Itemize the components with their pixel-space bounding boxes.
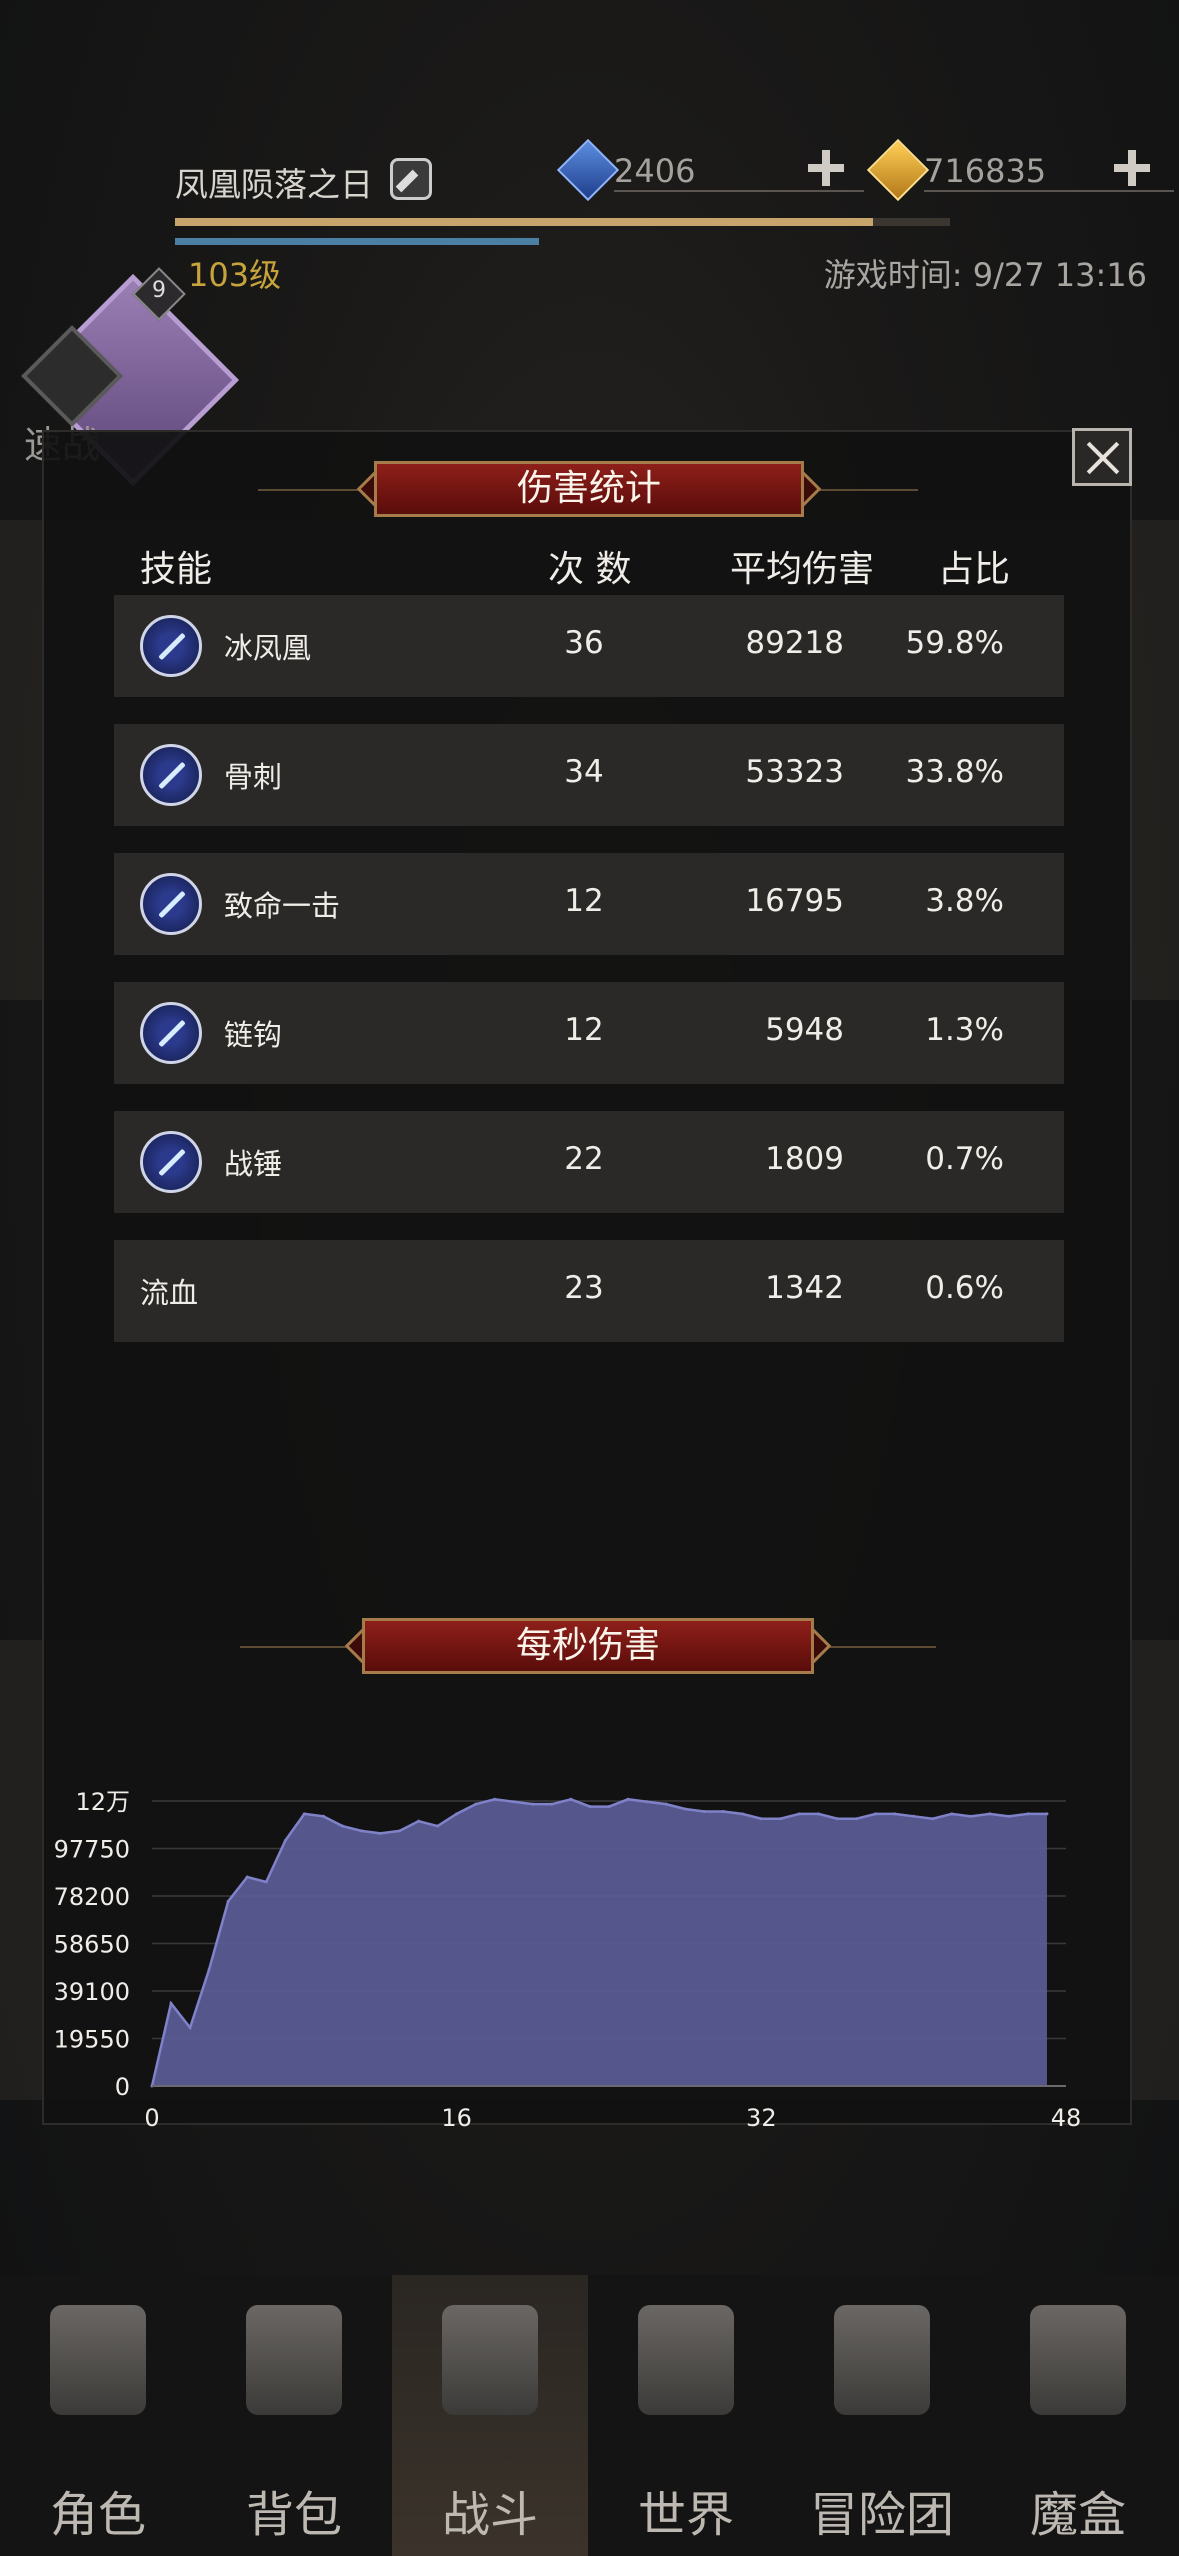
title-ornament-line-right xyxy=(808,489,918,491)
table-row: 冰凤凰 36 89218 59.8% xyxy=(114,595,1064,697)
close-button[interactable] xyxy=(1072,428,1132,486)
skill-avg-damage: 16795 xyxy=(745,883,844,919)
game-time: 游戏时间: 9/27 13:16 xyxy=(823,256,1147,294)
column-header-skill: 技能 xyxy=(140,549,213,590)
damage-stats-title: 伤害统计 xyxy=(374,461,804,517)
table-row: 链钩 12 5948 1.3% xyxy=(114,982,1064,1084)
player-name: 凤凰陨落之日 xyxy=(175,165,373,204)
quick-battle-icon xyxy=(21,325,123,427)
skill-name: 流血 xyxy=(140,1276,199,1310)
skill-name: 骨刺 xyxy=(224,760,283,794)
edit-name-icon[interactable] xyxy=(390,158,432,200)
gold-icon xyxy=(866,138,930,202)
nav-item-character[interactable]: 角色 xyxy=(0,2275,196,2556)
add-gold-icon[interactable] xyxy=(1112,148,1152,188)
castle-icon xyxy=(834,2305,930,2415)
skill-count: 34 xyxy=(564,754,604,790)
gold-underline xyxy=(924,190,1174,192)
dps-title: 每秒伤害 xyxy=(362,1618,814,1674)
table-row: 致命一击 12 16795 3.8% xyxy=(114,853,1064,955)
nav-item-magic-box[interactable]: 魔盒 xyxy=(980,2275,1179,2556)
column-header-avg-damage: 平均伤害 xyxy=(730,549,875,590)
skill-share: 0.6% xyxy=(925,1270,1004,1306)
skill-share: 0.7% xyxy=(925,1141,1004,1177)
skill-name: 致命一击 xyxy=(224,889,341,923)
skill-avg-damage: 53323 xyxy=(745,754,844,790)
player-header: 9 凤凰陨落之日 103级 游戏时间: 9/27 13:16 2406 7168… xyxy=(0,0,1179,487)
skill-avg-damage: 5948 xyxy=(765,1012,844,1048)
skill-name: 冰凤凰 xyxy=(224,631,312,665)
skill-share: 33.8% xyxy=(905,754,1004,790)
nav-label: 角色 xyxy=(49,2487,146,2543)
add-gems-icon[interactable] xyxy=(806,148,846,188)
table-row: 骨刺 34 53323 33.8% xyxy=(114,724,1064,826)
ice-phoenix-icon xyxy=(140,615,202,677)
gem-value: 2406 xyxy=(614,152,696,190)
skill-avg-damage: 1342 xyxy=(765,1270,844,1306)
chain-hook-icon xyxy=(140,1002,202,1064)
bone-spike-icon xyxy=(140,744,202,806)
skill-name: 链钩 xyxy=(224,1018,283,1052)
map-scroll-icon xyxy=(638,2305,734,2415)
nav-label: 世界 xyxy=(637,2487,734,2543)
column-header-share: 占比 xyxy=(938,549,1011,590)
nav-label: 背包 xyxy=(245,2487,342,2543)
table-row: 流血 23 1342 0.6% xyxy=(114,1240,1064,1342)
column-header-count: 次 数 xyxy=(548,549,632,590)
nav-label: 冒险团 xyxy=(809,2487,954,2543)
gold-currency: 716835 xyxy=(866,138,1176,202)
magic-box-icon xyxy=(1030,2305,1126,2415)
sword-shield-icon xyxy=(442,2305,538,2415)
skill-avg-damage: 89218 xyxy=(745,625,844,661)
nav-item-world[interactable]: 世界 xyxy=(588,2275,784,2556)
critical-strike-icon xyxy=(140,873,202,935)
xp-bar-fill xyxy=(175,218,873,226)
war-hammer-icon xyxy=(140,1131,202,1193)
player-level: 103级 xyxy=(188,256,282,294)
skill-count: 36 xyxy=(564,625,604,661)
nav-label: 魔盒 xyxy=(1029,2487,1126,2543)
nav-label: 战斗 xyxy=(441,2487,538,2543)
skill-count: 22 xyxy=(564,1141,604,1177)
helmet-icon xyxy=(50,2305,146,2415)
nav-item-adventure-team[interactable]: 冒险团 xyxy=(784,2275,980,2556)
nav-item-backpack[interactable]: 背包 xyxy=(196,2275,392,2556)
skill-count: 23 xyxy=(564,1270,604,1306)
nav-item-battle[interactable]: 战斗 xyxy=(392,2275,588,2556)
bottom-nav: 角色 背包 战斗 世界 冒险团 魔盒 xyxy=(0,2275,1179,2556)
title-ornament-line-left xyxy=(258,489,368,491)
skill-share: 1.3% xyxy=(925,1012,1004,1048)
secondary-bar-fill xyxy=(175,238,539,245)
skill-count: 12 xyxy=(564,883,604,919)
table-row: 战锤 22 1809 0.7% xyxy=(114,1111,1064,1213)
gem-icon xyxy=(556,138,620,202)
backpack-icon xyxy=(246,2305,342,2415)
skill-share: 3.8% xyxy=(925,883,1004,919)
skill-avg-damage: 1809 xyxy=(765,1141,844,1177)
skill-name: 战锤 xyxy=(224,1147,283,1181)
skill-count: 12 xyxy=(564,1012,604,1048)
gem-underline xyxy=(614,190,864,192)
avatar-level-text: 9 xyxy=(152,278,166,303)
gold-value: 716835 xyxy=(924,152,1047,190)
skill-share: 59.8% xyxy=(905,625,1004,661)
